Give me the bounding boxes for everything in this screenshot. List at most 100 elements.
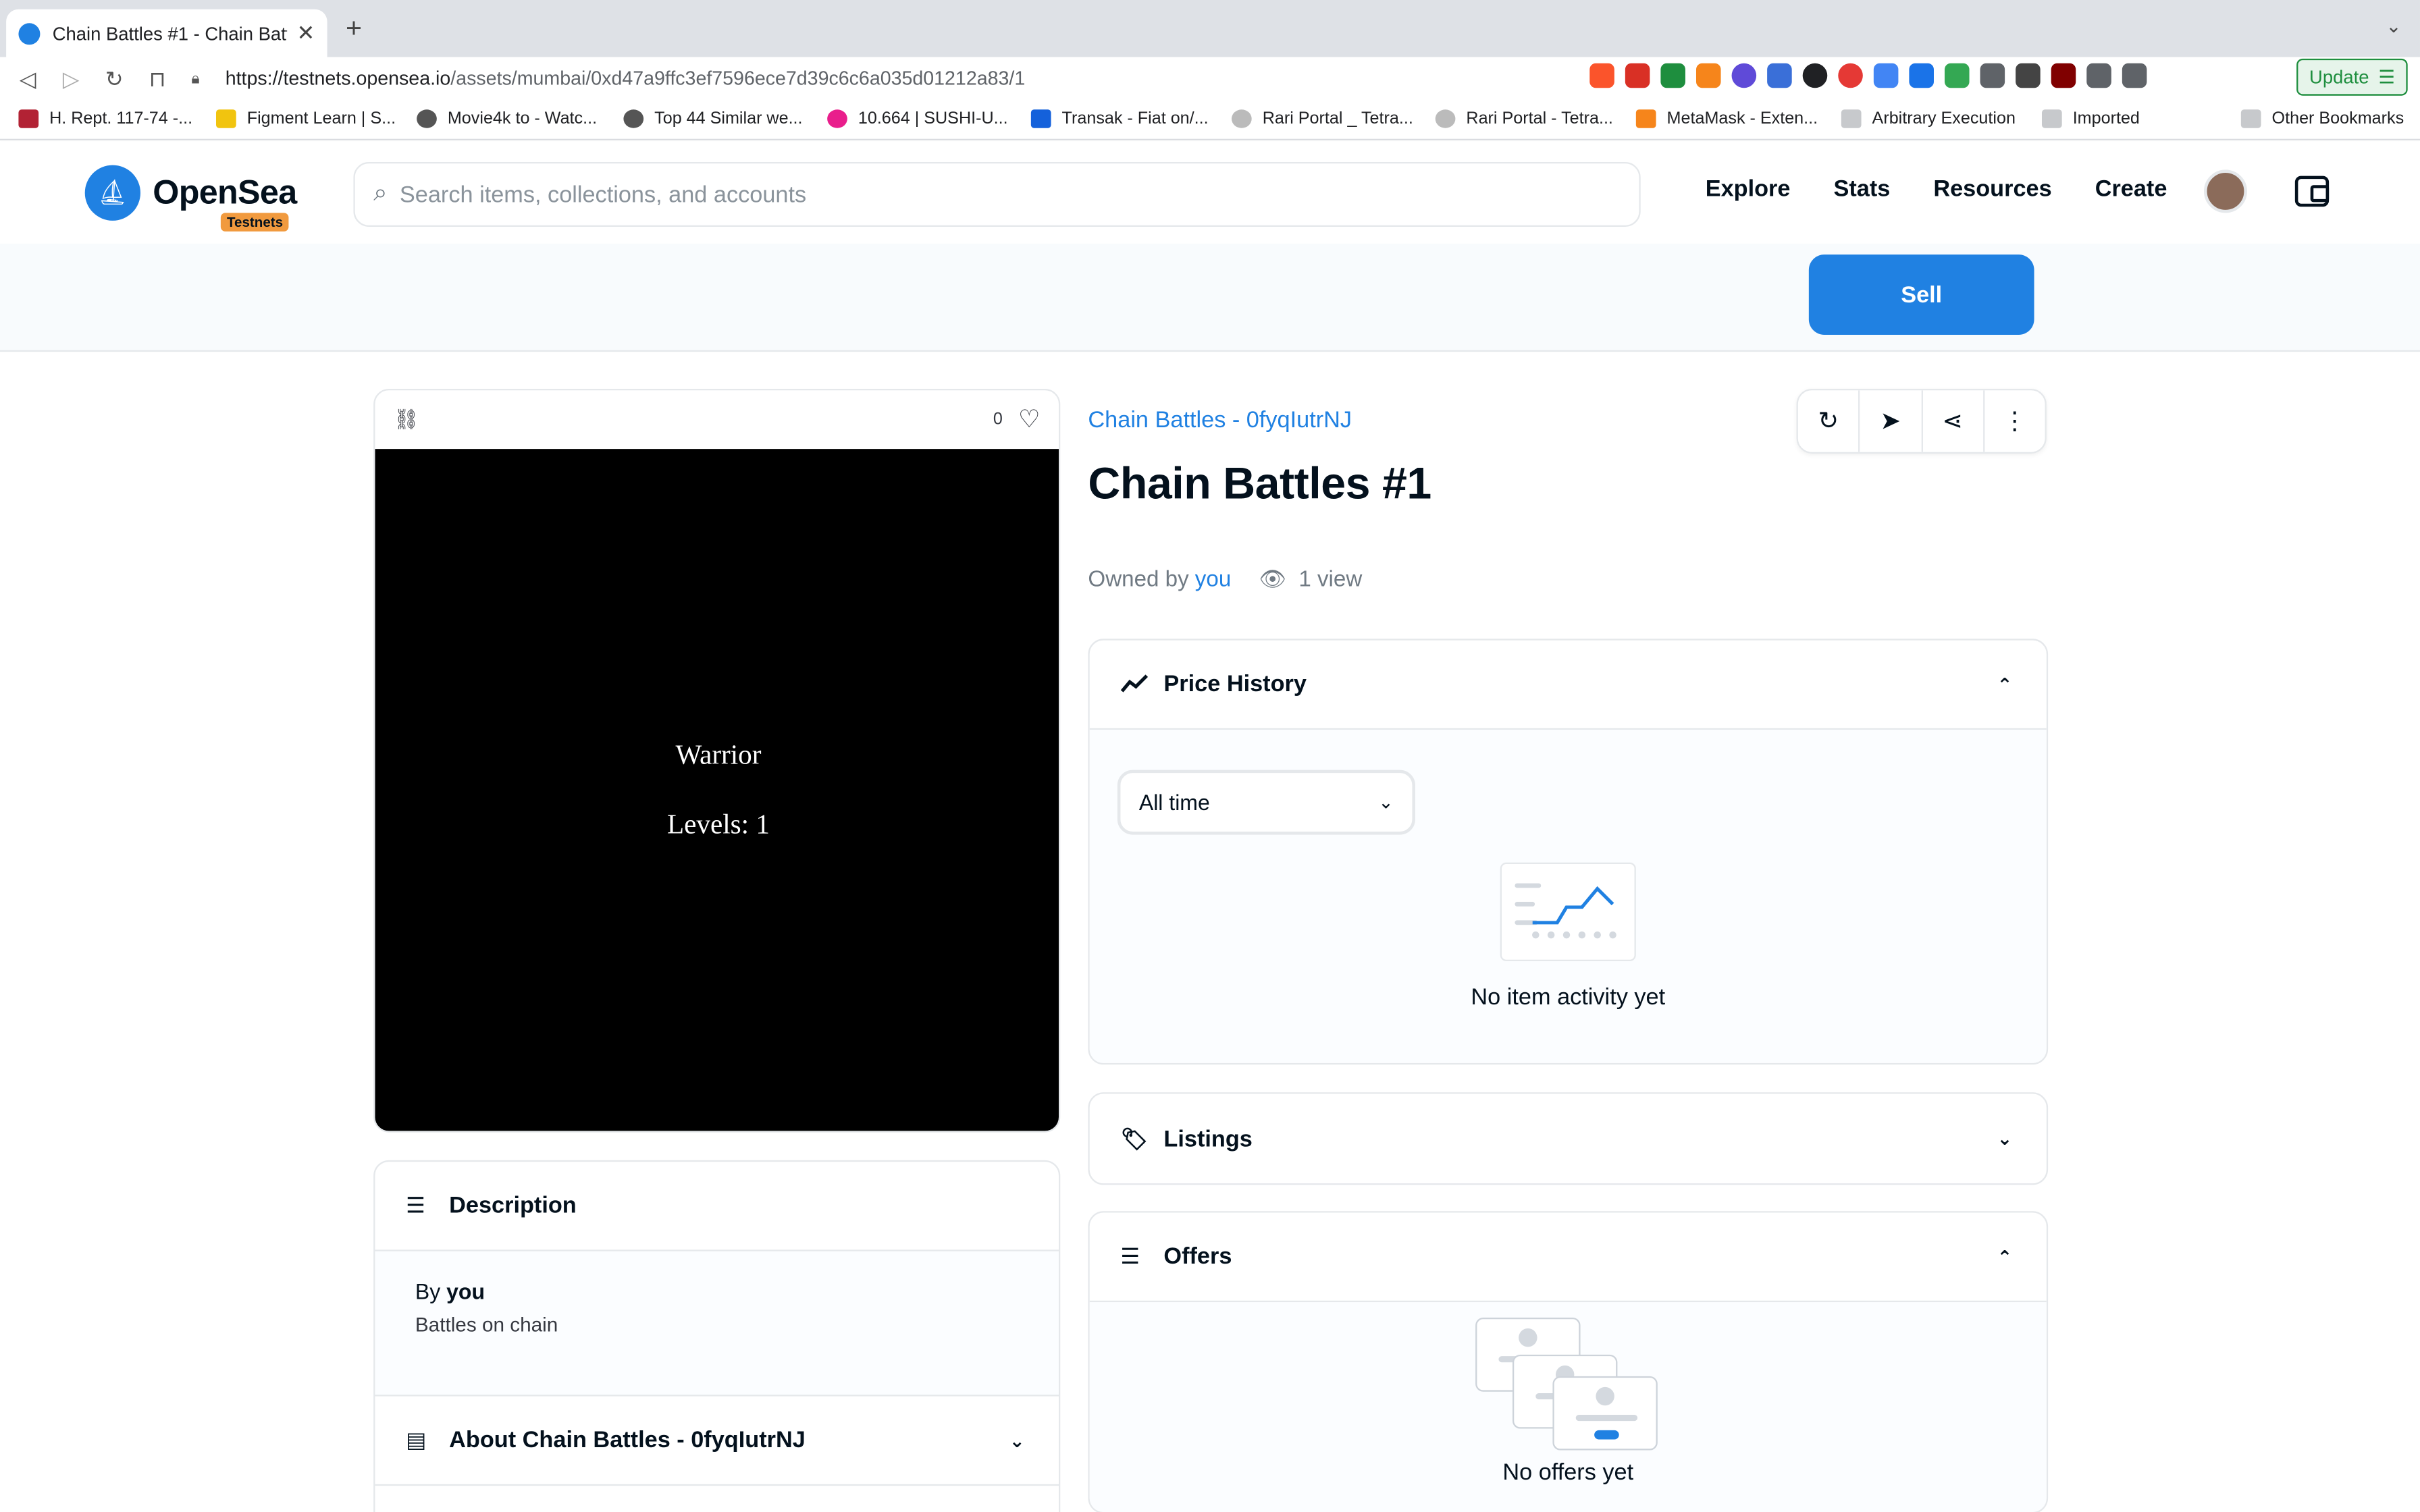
more-vertical-icon: ⋮	[2002, 408, 2027, 435]
nft-image[interactable]: Warrior Levels: 1	[375, 449, 1059, 1131]
url-path: /assets/mumbai/0xd47a9ffc3ef7596ece7d39c…	[450, 68, 1026, 90]
extension-purple-icon[interactable]	[1731, 63, 1757, 88]
owner-link[interactable]: you	[1195, 567, 1231, 592]
rari-icon	[1435, 109, 1456, 128]
bookmark-item[interactable]: Top 44 Similar we...	[623, 109, 803, 128]
description-header[interactable]: ☰ Description	[375, 1162, 1059, 1251]
item-title: Chain Battles #1	[1088, 460, 1431, 510]
metamask-icon[interactable]	[1695, 63, 1721, 88]
bookmark-folder[interactable]: Other Bookmarks	[2240, 109, 2404, 128]
update-label: Update	[2309, 66, 2369, 88]
bookmark-item[interactable]: Transak - Fiat on/...	[1030, 109, 1209, 128]
search-placeholder: Search items, collections, and accounts	[399, 181, 807, 208]
puzzle-extensions-icon[interactable]	[2086, 63, 2111, 88]
empty-chart-illustration-icon	[1500, 862, 1636, 961]
listings-panel: 🏷︎ Listings ⌄	[1088, 1092, 2049, 1185]
bookmark-item[interactable]: Rari Portal - Tetra...	[1435, 109, 1613, 128]
extension-blue-icon[interactable]	[1767, 63, 1792, 88]
wallet-icon[interactable]	[2294, 176, 2330, 207]
bookmark-item[interactable]: MetaMask - Exten...	[1635, 109, 1818, 128]
eye-icon: 👁︎	[1259, 566, 1287, 591]
description-body: By you Battles on chain	[375, 1251, 1059, 1397]
description-panel: ☰ Description By you Battles on chain ▤ …	[373, 1160, 1061, 1512]
search-input[interactable]: ⌕ Search items, collections, and account…	[353, 161, 1641, 227]
more-button[interactable]: ⋮	[1984, 390, 2045, 452]
chevron-down-icon: ⌄	[1009, 1429, 1025, 1451]
image-card-header: ⛓︎ 0 ♡	[375, 390, 1059, 449]
nav-resources[interactable]: Resources	[1933, 176, 2051, 202]
heart-icon[interactable]: ♡	[1018, 404, 1041, 435]
extension-cube-icon[interactable]	[1980, 63, 2005, 88]
time-range-select[interactable]: All time ⌄	[1117, 770, 1415, 835]
share-button[interactable]: ⋖	[1922, 390, 1984, 452]
forward-arrow-icon[interactable]: ▷	[49, 65, 93, 92]
offers-header[interactable]: ☰ Offers ⌃	[1089, 1213, 2047, 1303]
extension-chat-icon[interactable]	[1944, 63, 1970, 88]
bookmark-item[interactable]: Rari Portal _ Tetra...	[1231, 109, 1413, 128]
bookmark-label: Rari Portal _ Tetra...	[1262, 109, 1413, 128]
bookmark-folder[interactable]: Arbitrary Execution	[1841, 109, 2016, 128]
offer-card-illustration	[1552, 1376, 1658, 1451]
browser-tab[interactable]: Chain Battles #1 - Chain Battles ✕	[6, 9, 327, 57]
bookmark-item[interactable]: Figment Learn | S...	[215, 109, 396, 128]
share-icon: ⋖	[1942, 408, 1964, 435]
bookmark-folder[interactable]: Imported	[2041, 109, 2140, 128]
translate-icon[interactable]	[1873, 63, 1899, 88]
browser-tab-bar: Chain Battles #1 - Chain Battles ✕ + ⌄	[0, 0, 2420, 57]
bookmark-icon[interactable]: ⊓	[136, 65, 179, 92]
bookmark-item[interactable]: H. Rept. 117-74 -...	[18, 109, 192, 128]
extension-dark-icon[interactable]	[1802, 63, 1828, 88]
bookmark-label: 10.664 | SUSHI-U...	[858, 109, 1008, 128]
nav-stats[interactable]: Stats	[1833, 176, 1890, 202]
folder-icon	[1841, 109, 1862, 128]
chevron-up-icon: ⌃	[1997, 1245, 2013, 1268]
opensea-boat-icon: ⛵︎	[84, 165, 140, 221]
new-tab-button[interactable]: +	[346, 12, 362, 45]
nav-explore[interactable]: Explore	[1706, 176, 1791, 202]
address-bar[interactable]: 🔒︎ https://testnets.opensea.io/assets/mu…	[191, 60, 1580, 97]
url-host: https://testnets.opensea.io	[225, 68, 451, 90]
close-tab-icon[interactable]: ✕	[296, 20, 315, 47]
extension-red-icon[interactable]	[1838, 63, 1863, 88]
listings-header[interactable]: 🏷︎ Listings ⌄	[1090, 1094, 2047, 1184]
ublock-icon[interactable]	[2051, 63, 2076, 88]
nav-create[interactable]: Create	[2095, 176, 2167, 202]
update-button[interactable]: Update ☰	[2296, 58, 2408, 96]
sell-button[interactable]: Sell	[1808, 254, 2034, 335]
brave-rewards-icon[interactable]	[1625, 63, 1650, 88]
bookmark-item[interactable]: 10.664 | SUSHI-U...	[827, 109, 1008, 128]
time-range-value: All time	[1138, 790, 1210, 815]
trend-line-icon	[1120, 672, 1149, 697]
bookmark-label: H. Rept. 117-74 -...	[49, 109, 193, 128]
main-nav: Explore Stats Resources Create	[1706, 176, 2167, 202]
about-collection-header[interactable]: ▤ About Chain Battles - 0fyqIutrNJ ⌄	[375, 1397, 1059, 1486]
avatar[interactable]	[2203, 169, 2247, 213]
offers-heading: Offers	[1163, 1243, 1232, 1270]
chevron-down-icon: ⌄	[1377, 791, 1394, 813]
brave-shields-icon[interactable]	[1589, 63, 1614, 88]
back-arrow-icon[interactable]: ◁	[6, 65, 49, 92]
sushi-icon	[827, 109, 847, 128]
bookmark-label: Imported	[2072, 109, 2140, 128]
bookmark-label: Other Bookmarks	[2271, 109, 2404, 128]
extension-tool-icon[interactable]	[2016, 63, 2041, 88]
chevron-down-icon: ⌄	[1997, 1127, 2013, 1150]
creator-link[interactable]: you	[446, 1279, 485, 1304]
extension-green-icon[interactable]	[1660, 63, 1685, 88]
empty-offers-illustration-icon	[1475, 1317, 1660, 1457]
owned-by-label: Owned by	[1088, 566, 1189, 592]
wallet-browser-icon[interactable]	[2122, 63, 2147, 88]
price-history-header[interactable]: Price History ⌃	[1089, 641, 2047, 730]
refresh-metadata-button[interactable]: ↻	[1798, 390, 1860, 452]
extension-x-icon[interactable]	[1909, 63, 1934, 88]
transak-icon	[1030, 109, 1051, 128]
bookmark-item[interactable]: Movie4k to - Watc...	[417, 109, 597, 128]
tab-search-chevron-icon[interactable]: ⌄	[2386, 16, 2402, 37]
refresh-icon: ↻	[1818, 408, 1839, 435]
offers-body: No offers yet	[1089, 1302, 2047, 1512]
reload-icon[interactable]: ↻	[93, 65, 136, 92]
owner-action-bar: Sell	[0, 244, 2420, 352]
collection-link[interactable]: Chain Battles - 0fyqIutrNJ	[1088, 407, 1352, 433]
figment-icon	[215, 109, 236, 128]
transfer-button[interactable]: ➤	[1860, 390, 1922, 452]
